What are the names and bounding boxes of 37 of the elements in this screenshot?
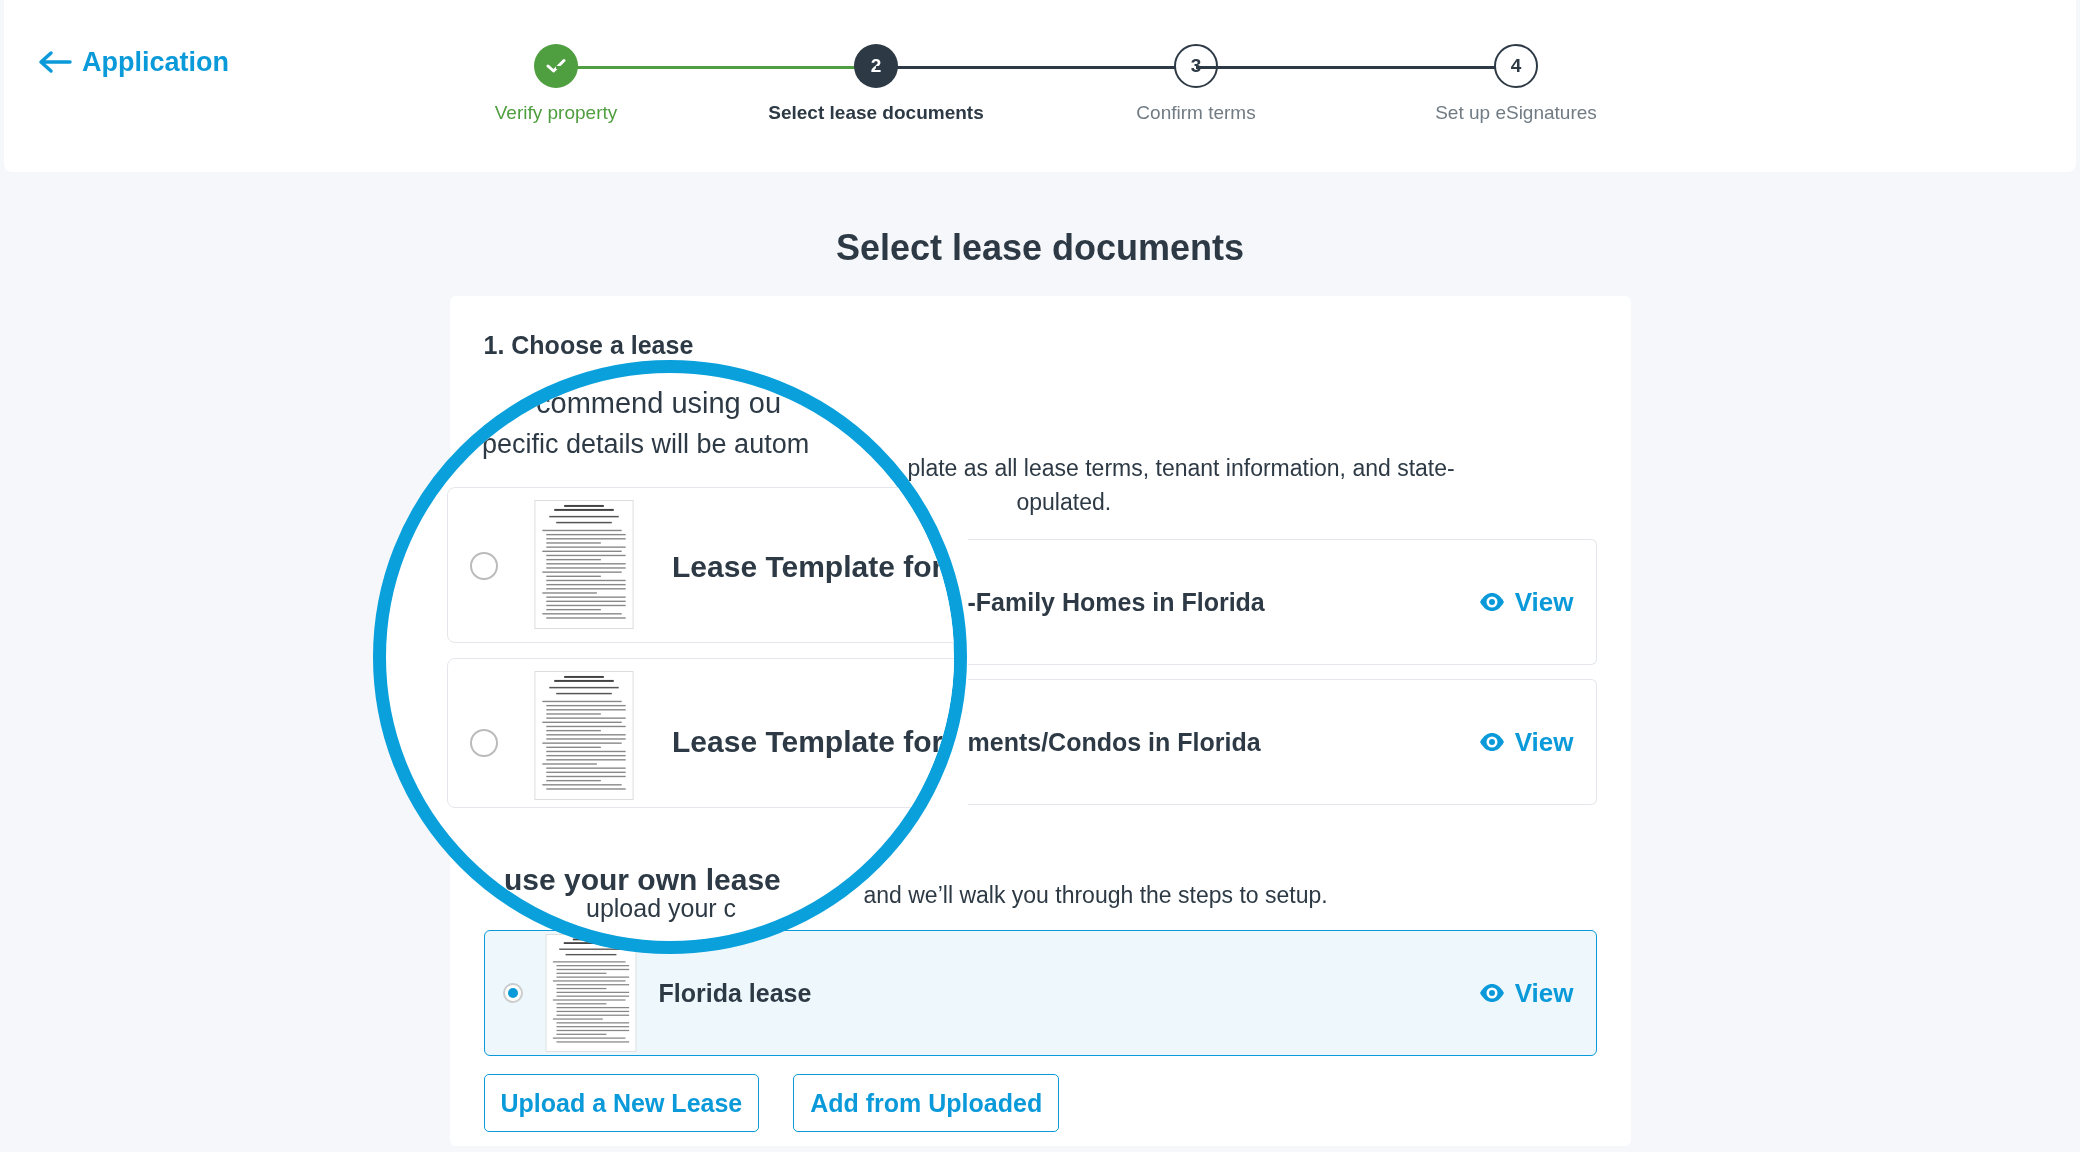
magnified-text: pecific details will be autom bbox=[482, 429, 810, 460]
magnified-heading: use your own lease bbox=[504, 863, 781, 897]
view-button[interactable]: View bbox=[1474, 973, 1578, 1013]
description-text: plate as all lease terms, tenant information, and state- bbox=[907, 454, 1455, 483]
eye-icon bbox=[1478, 592, 1505, 612]
lease-name: Lease Template for bbox=[672, 725, 944, 759]
view-button[interactable]: View bbox=[1474, 722, 1578, 762]
description-text: opulated. bbox=[1016, 488, 1112, 517]
checkmark-icon bbox=[546, 58, 566, 74]
magnified-text: upload your c bbox=[586, 894, 737, 923]
description-text: and we’ll walk you through the steps to setup. bbox=[863, 881, 1328, 910]
lease-name: ments/Condos in Florida bbox=[967, 727, 1261, 757]
lease-name: Florida lease bbox=[658, 978, 812, 1008]
outline-button[interactable]: Add from Uploaded bbox=[793, 1074, 1060, 1132]
lease-option[interactable]: Florida lease View bbox=[483, 930, 1597, 1056]
radio-button[interactable] bbox=[470, 552, 498, 580]
eye-icon bbox=[1478, 983, 1505, 1003]
magnified-text: commend using ou bbox=[536, 387, 782, 420]
lease-name: -Family Homes in Florida bbox=[967, 587, 1265, 617]
radio-button[interactable] bbox=[502, 983, 523, 1003]
back-arrow-icon bbox=[38, 50, 72, 74]
lease-template-option[interactable]: -Family Homes in Florida View bbox=[967, 539, 1597, 665]
step-label: Set up eSignatures bbox=[1435, 102, 1597, 124]
lease-name: Lease Template for bbox=[672, 550, 944, 584]
eye-icon bbox=[1478, 732, 1505, 752]
step-label: Select lease documents bbox=[768, 102, 984, 124]
step-label: Verify property bbox=[494, 102, 618, 124]
section-heading: 1. Choose a lease bbox=[483, 330, 694, 361]
step-label: Confirm terms bbox=[1136, 102, 1256, 124]
step-indicator: 4 bbox=[1494, 44, 1538, 88]
view-button[interactable]: View bbox=[1474, 582, 1578, 622]
lease-template-option[interactable]: ments/Condos in Florida View bbox=[967, 679, 1597, 805]
step-indicator: 2 bbox=[854, 44, 898, 88]
back-link[interactable]: Application bbox=[38, 44, 378, 80]
page-title: Select lease documents bbox=[834, 226, 1246, 270]
outline-button[interactable]: Upload a New Lease bbox=[483, 1074, 760, 1132]
radio-button[interactable] bbox=[470, 729, 498, 757]
